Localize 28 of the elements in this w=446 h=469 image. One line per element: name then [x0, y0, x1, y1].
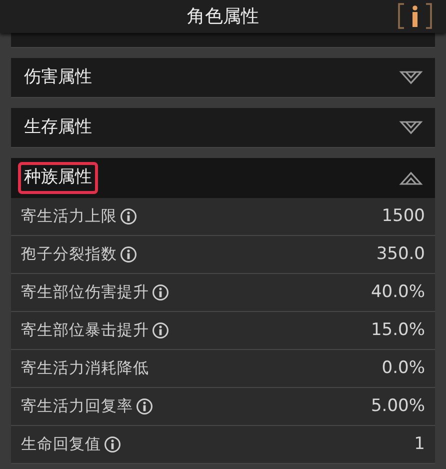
- section-header[interactable]: 种族属性: [11, 158, 435, 198]
- attribute-value: 1: [414, 432, 425, 456]
- attribute-value: 5.00%: [370, 394, 425, 418]
- attribute-name: 寄生部位伤害提升: [21, 282, 149, 303]
- attribute-name: 寄生活力回复率: [21, 396, 133, 417]
- attribute-name: 孢子分裂指数: [21, 244, 117, 265]
- section-title: 生存属性: [23, 116, 93, 139]
- info-icon[interactable]: [120, 246, 137, 263]
- attribute-name: 寄生活力消耗降低: [21, 358, 149, 379]
- attribute-value: 350.0: [376, 242, 425, 266]
- attribute-name: 寄生活力上限: [21, 206, 117, 227]
- section-title: 种族属性: [18, 162, 98, 194]
- info-icon[interactable]: [152, 284, 169, 301]
- window-title: 角色属性: [187, 5, 259, 29]
- attribute-name: 寄生部位暴击提升: [21, 320, 149, 341]
- attribute-value: 1500: [382, 204, 425, 228]
- info-icon[interactable]: [120, 208, 137, 225]
- info-icon[interactable]: [152, 322, 169, 339]
- attribute-name: 生命回复值: [21, 434, 101, 455]
- attribute-value: 15.0%: [370, 318, 425, 342]
- info-icon[interactable]: [396, 2, 434, 30]
- section-header[interactable]: 伤害属性: [11, 58, 435, 98]
- section-title: 伤害属性: [23, 66, 93, 89]
- attribute-value: 40.0%: [370, 280, 425, 304]
- section-header[interactable]: 生存属性: [11, 108, 435, 148]
- info-icon[interactable]: [104, 436, 121, 453]
- attribute-value: 0.0%: [382, 356, 425, 380]
- info-icon[interactable]: [136, 398, 153, 415]
